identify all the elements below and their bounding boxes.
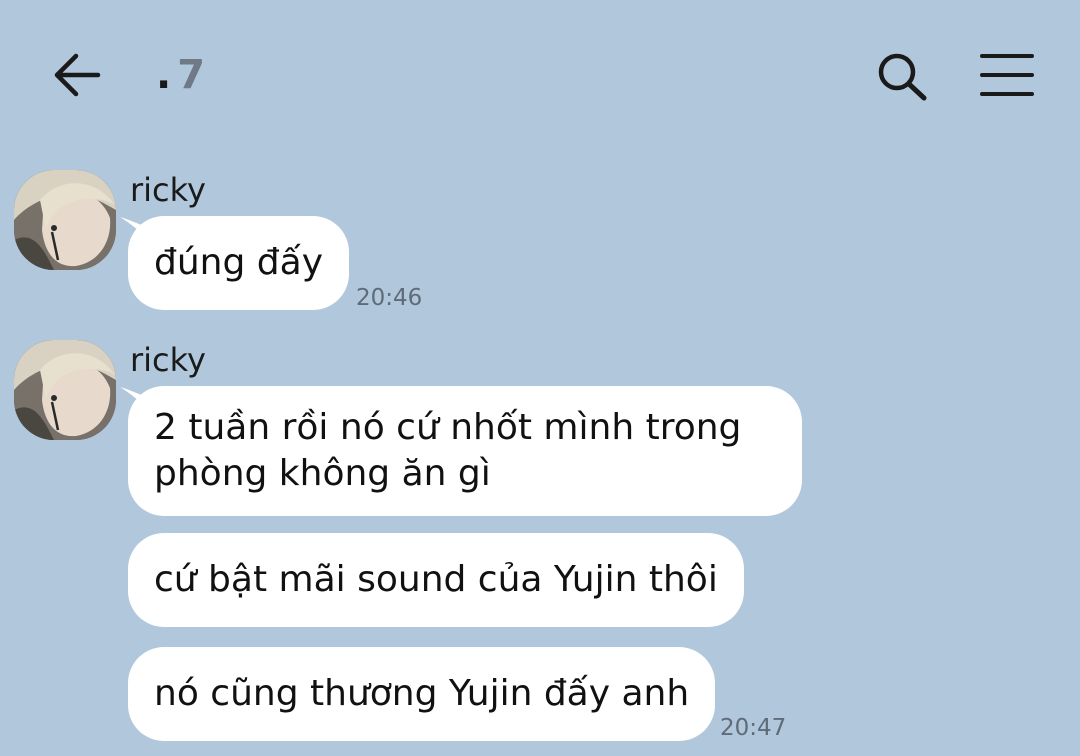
arrow-left-icon — [54, 53, 101, 97]
menu-button[interactable] — [978, 50, 1036, 100]
message-text-line: 2 tuần rồi nó cứ nhốt mình trong — [154, 407, 742, 448]
avatar-photo — [14, 340, 116, 440]
message-text: nó cũng thương Yujin đấy anh — [154, 673, 690, 714]
message-text: cứ bật mãi sound của Yujin thôi — [154, 559, 718, 600]
back-button[interactable] — [50, 50, 104, 100]
message-text-line: phòng không ăn gì — [154, 453, 491, 494]
message-text: đúng đấy — [154, 242, 323, 283]
search-icon — [878, 53, 927, 101]
message-bubble[interactable]: 2 tuần rồi nó cứ nhốt mình trong phòng k… — [128, 386, 802, 516]
avatar-photo — [14, 170, 116, 270]
chat-header: .7 — [0, 0, 1080, 150]
chat-title: .7 — [156, 50, 207, 100]
sender-avatar[interactable] — [14, 340, 116, 440]
chat-title-prefix: . — [156, 52, 178, 98]
hamburger-menu-icon — [980, 54, 1034, 96]
message-bubble[interactable]: cứ bật mãi sound của Yujin thôi — [128, 533, 744, 627]
message-time: 20:47 — [720, 715, 787, 741]
sender-avatar[interactable] — [14, 170, 116, 270]
chat-title-text: 7 — [177, 52, 208, 98]
message-time: 20:46 — [356, 285, 423, 311]
message-bubble[interactable]: nó cũng thương Yujin đấy anh — [128, 647, 716, 741]
sender-name: ricky — [130, 341, 206, 379]
search-button[interactable] — [872, 48, 930, 104]
message-bubble[interactable]: đúng đấy — [128, 216, 349, 310]
sender-name: ricky — [130, 171, 206, 209]
